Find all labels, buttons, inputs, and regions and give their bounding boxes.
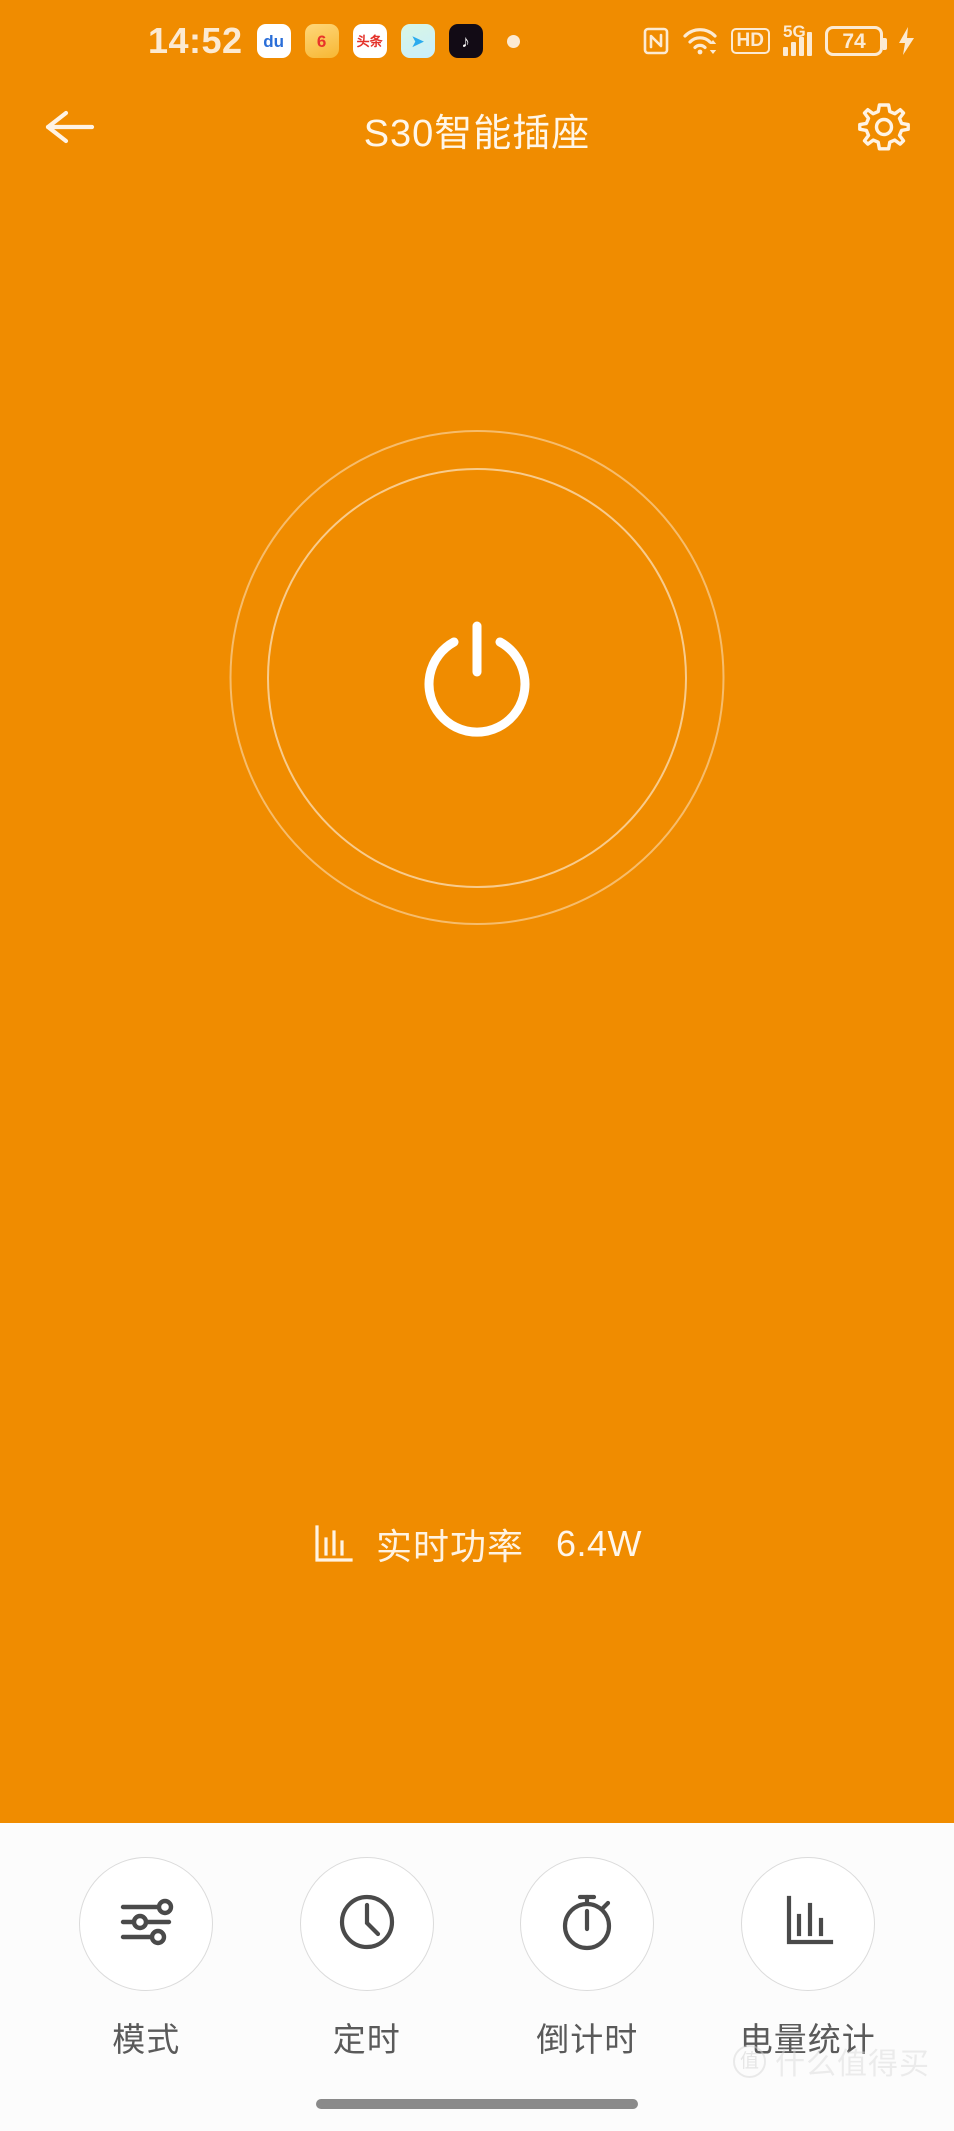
- watermark: 值 什么值得买: [733, 2039, 930, 2083]
- tool-circle-mode: [79, 1857, 214, 1991]
- bar-chart-icon: [775, 1889, 841, 1960]
- tool-item-timer[interactable]: 定时: [277, 1823, 457, 2061]
- weibo-app-icon: 6: [304, 24, 339, 58]
- notification-dot-icon: [506, 34, 520, 48]
- clock-icon: [334, 1889, 400, 1960]
- phone-screen: 14:52 du 6 头条 ➤ ♪ HD 5G 74 S30智能插座 实时功率 …: [0, 0, 954, 2131]
- tool-item-countdown[interactable]: 倒计时: [497, 1823, 677, 2061]
- status-bar: 14:52 du 6 头条 ➤ ♪ HD 5G 74: [0, 0, 954, 82]
- telegram-app-icon-glyph: ➤: [410, 31, 425, 51]
- gear-icon: [856, 99, 912, 160]
- realtime-power-label: 实时功率: [375, 1526, 524, 1567]
- baidu-app-icon: du: [256, 24, 291, 58]
- settings-button[interactable]: [844, 89, 924, 169]
- nfc-icon: [643, 27, 669, 55]
- tiktok-app-icon: ♪: [448, 24, 483, 58]
- status-clock: 14:52: [148, 20, 243, 61]
- sliders-icon: [113, 1889, 179, 1960]
- tiktok-app-icon-glyph: ♪: [461, 31, 470, 51]
- power-button-area: [0, 430, 954, 1090]
- home-indicator[interactable]: [316, 2099, 638, 2109]
- status-bar-right: HD 5G 74: [643, 0, 916, 82]
- charging-bolt-icon: [896, 26, 916, 56]
- network-type-label: 5G: [783, 22, 806, 41]
- tool-circle-countdown: [520, 1857, 655, 1991]
- tool-label-countdown: 倒计时: [536, 2021, 639, 2058]
- tool-item-stats[interactable]: 电量统计: [718, 1823, 898, 2061]
- toutiao-app-icon-glyph: 头条: [356, 33, 383, 49]
- bottom-toolbar: 模式 定时 倒计时 电量统计: [0, 1823, 954, 2131]
- tool-item-mode[interactable]: 模式: [56, 1823, 236, 2061]
- hd-badge: HD: [730, 28, 770, 54]
- stopwatch-icon: [554, 1889, 620, 1960]
- battery-indicator: 74: [825, 26, 887, 56]
- watermark-text: 什么值得买: [775, 2048, 930, 2081]
- realtime-power-readout: 实时功率 6.4W: [0, 1518, 954, 1570]
- tool-circle-stats: [740, 1857, 875, 1991]
- tool-label-mode: 模式: [112, 2021, 181, 2058]
- tool-circle-timer: [299, 1857, 434, 1991]
- baidu-app-icon-glyph: du: [263, 31, 284, 51]
- bar-chart-icon: [312, 1523, 354, 1565]
- watermark-logo-icon: 值: [733, 2044, 766, 2078]
- power-icon: [410, 612, 544, 746]
- tool-label-timer: 定时: [332, 2021, 401, 2058]
- realtime-power-value: 6.4W: [555, 1523, 643, 1564]
- signal-bars-icon: 5G: [783, 22, 812, 56]
- battery-level-label: 74: [842, 29, 866, 53]
- page-title: S30智能插座: [363, 112, 591, 155]
- weibo-app-icon-glyph: 6: [316, 31, 327, 51]
- device-control-panel: 14:52 du 6 头条 ➤ ♪ HD 5G 74 S30智能插座 实时功率 …: [0, 0, 954, 1823]
- wifi-icon: [682, 26, 718, 56]
- telegram-app-icon: ➤: [400, 24, 435, 58]
- status-bar-left: 14:52 du 6 头条 ➤ ♪: [148, 0, 520, 82]
- app-header: S30智能插座: [0, 82, 954, 176]
- toutiao-app-icon: 头条: [352, 24, 387, 58]
